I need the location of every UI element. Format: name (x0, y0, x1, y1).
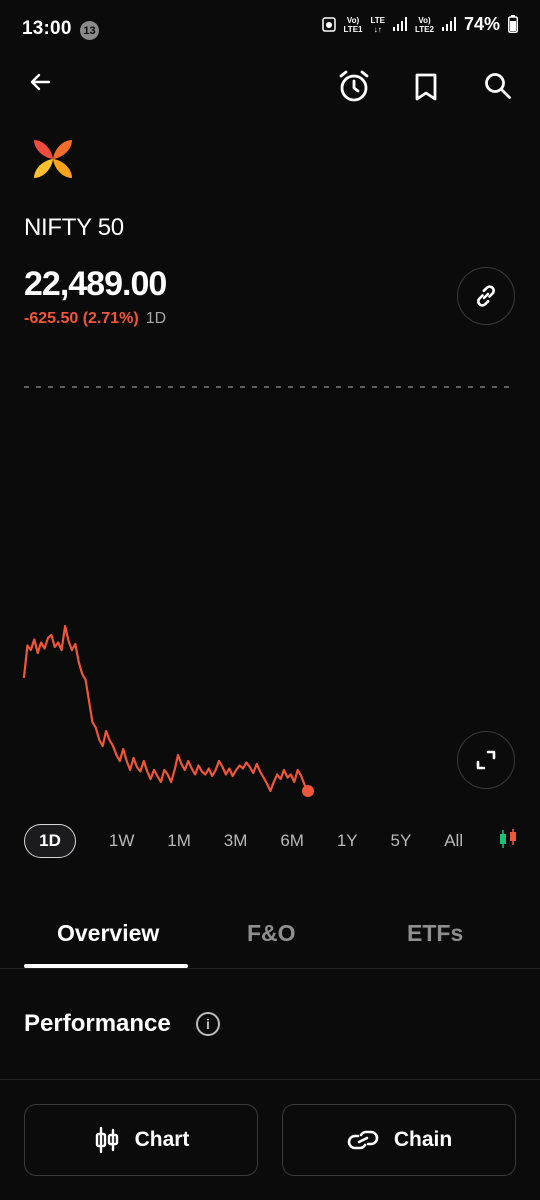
price-line (22, 624, 310, 793)
bookmark-button[interactable] (408, 68, 444, 106)
link-icon (477, 285, 495, 307)
link-icon (347, 1130, 379, 1150)
last-price-marker (302, 785, 314, 797)
battery-icon (508, 14, 518, 35)
price-change: -625.50 (2.71%) (24, 310, 139, 327)
range-1m[interactable]: 1M (167, 831, 191, 851)
chart-button[interactable]: Chart (24, 1104, 258, 1176)
section-divider (0, 1079, 540, 1080)
index-name: NIFTY 50 (24, 214, 124, 241)
performance-title: Performance (24, 1010, 171, 1037)
chain-button-label: Chain (393, 1128, 453, 1151)
tab-etfs[interactable]: ETFs (407, 920, 463, 947)
candle-chart-icon (95, 1126, 118, 1154)
range-all[interactable]: All (444, 831, 463, 851)
tabs-divider (0, 968, 540, 969)
range-1d[interactable]: 1D (24, 824, 76, 858)
change-row: -625.50 (2.71%) 1D (24, 310, 166, 328)
lte-label: LTE ↓↑ (370, 15, 385, 34)
info-icon[interactable]: i (196, 1012, 220, 1036)
expand-icon (476, 750, 496, 770)
battery-percent: 74% (463, 14, 500, 34)
index-price: 22,489.00 (24, 265, 167, 303)
range-3m[interactable]: 3M (224, 831, 248, 851)
notification-count-badge: 13 (80, 21, 99, 40)
price-chart[interactable] (0, 370, 540, 810)
candlestick-toggle[interactable] (496, 828, 520, 855)
arrow-left-icon (30, 73, 51, 91)
range-6m[interactable]: 6M (280, 831, 304, 851)
share-link-button[interactable] (457, 267, 515, 325)
chain-button[interactable]: Chain (282, 1104, 516, 1176)
expand-chart-button[interactable] (457, 731, 515, 789)
chart-button-label: Chart (134, 1128, 190, 1151)
status-time: 13:00 (22, 18, 72, 39)
change-period: 1D (145, 310, 167, 327)
range-5y[interactable]: 5Y (391, 831, 412, 851)
tab-fno[interactable]: F&O (247, 920, 296, 947)
candlestick-icon (500, 828, 516, 848)
signal-strength-2-icon (441, 16, 456, 33)
bookmark-icon (415, 73, 437, 101)
sim2-label: Vo) LTE2 (415, 15, 434, 34)
nifty-logo-icon (30, 136, 76, 182)
range-1w[interactable]: 1W (109, 831, 135, 851)
tab-overview[interactable]: Overview (57, 920, 159, 947)
range-selector: 1D 1W 1M 3M 6M 1Y 5Y All (24, 824, 520, 858)
signal-strength-1-icon (393, 16, 407, 33)
alarm-button[interactable] (334, 66, 374, 106)
search-icon (485, 73, 511, 99)
alarm-status-icon (321, 16, 336, 34)
search-button[interactable] (478, 66, 518, 106)
alarm-clock-icon (339, 70, 369, 102)
status-indicators: Vo) LTE1 LTE ↓↑ Vo) LTE2 74% (321, 14, 518, 35)
back-button[interactable] (24, 66, 56, 98)
sim1-label: Vo) LTE1 (343, 15, 363, 34)
range-1y[interactable]: 1Y (337, 831, 358, 851)
